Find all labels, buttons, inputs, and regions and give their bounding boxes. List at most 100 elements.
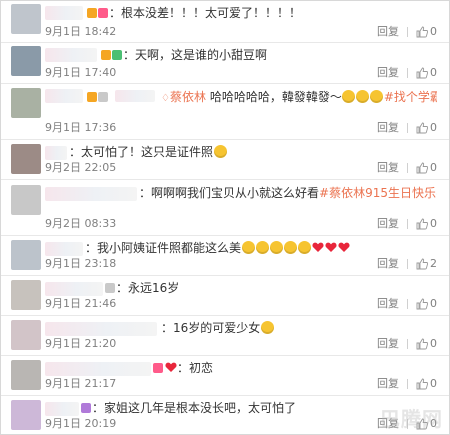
comment-item: ：啊啊啊我们宝贝从小就这么好看#蔡依林915生日快乐# 9月2日 08:33 回… [1, 179, 449, 236]
divider [407, 219, 408, 229]
reply-button[interactable]: 回复 [377, 161, 399, 175]
comment-text: ：16岁的可爱少女 [161, 319, 437, 337]
member-badge-icon [98, 92, 108, 102]
comment-text: ：天啊，这是谁的小甜豆啊 [101, 46, 437, 64]
thumbs-up-icon[interactable] [416, 338, 428, 350]
topic-link[interactable]: #蔡依林915生日快乐# [319, 186, 437, 200]
reply-button[interactable]: 回复 [377, 257, 399, 271]
nickname-blurred[interactable] [45, 322, 157, 336]
like-count: 0 [430, 161, 437, 174]
thumbs-up-icon[interactable] [416, 122, 428, 134]
avatar[interactable] [11, 360, 41, 390]
comment-time: 9月1日 17:36 [45, 121, 117, 134]
comment-time: 9月1日 20:19 [45, 417, 117, 430]
comment-item: ：永远16岁 9月1日 21:46 回复 0 [1, 275, 449, 316]
comment-item: ：16岁的可爱少女 9月1日 21:20 回复 0 [1, 315, 449, 356]
thumbs-up-icon[interactable] [416, 67, 428, 79]
fan-badge-icon [153, 363, 163, 373]
member-badge-icon [105, 283, 115, 293]
nickname-blurred[interactable] [45, 89, 83, 103]
diamond-icon: ♢ [161, 93, 170, 104]
comment-text: ：初恋 [153, 359, 437, 377]
nickname-blurred[interactable] [45, 146, 67, 160]
nickname-blurred[interactable] [45, 187, 137, 201]
vip-badge-icon [101, 50, 111, 60]
reply-button[interactable]: 回复 [377, 66, 399, 80]
comment-text: ：我小阿姨证件照都能这么美 [85, 239, 437, 257]
thumbs-up-icon[interactable] [416, 26, 428, 38]
reply-button[interactable]: 回复 [377, 121, 399, 135]
smile-emoji-icon [269, 241, 283, 254]
kiss-emoji-icon [260, 321, 274, 334]
vip-badge-icon [87, 92, 97, 102]
avatar[interactable] [11, 88, 41, 118]
comment-actions: 回复 0 [377, 377, 437, 391]
comment-item: ：初恋 9月1日 21:17 回复 0 [1, 355, 449, 396]
comment-time: 9月1日 23:18 [45, 257, 117, 270]
avatar[interactable] [11, 144, 41, 174]
member-badge-icon [81, 403, 91, 413]
like-count: 0 [430, 25, 437, 38]
reply-button[interactable]: 回复 [377, 217, 399, 231]
heart-icon [324, 242, 337, 252]
avatar[interactable] [11, 185, 41, 215]
comment-actions: 回复 0 [377, 66, 437, 80]
smile-emoji-icon [241, 241, 255, 254]
comment-time: 9月1日 21:20 [45, 337, 117, 350]
smile-emoji-icon [297, 241, 311, 254]
comment-item: ：我小阿姨证件照都能这么美 9月1日 23:18 回复 2 [1, 235, 449, 276]
comment-text: ♢蔡依林 哈哈哈哈哈，韓發韓發～#找个学霸蔡依林当偶像# [87, 88, 437, 108]
comment-list: ：根本没差！！！太可爱了！！！！ 9月1日 18:42 回复 0 ：天啊，这是谁… [0, 0, 450, 435]
divider [407, 27, 408, 37]
comment-actions: 回复 0 [377, 297, 437, 311]
avatar[interactable] [11, 4, 41, 34]
nickname-blurred[interactable] [45, 282, 103, 296]
comment-time: 9月2日 22:05 [45, 161, 117, 174]
avatar[interactable] [11, 280, 41, 310]
thumbs-up-icon[interactable] [416, 298, 428, 310]
nickname-blurred[interactable] [45, 362, 151, 376]
mention-link[interactable]: 蔡依林 [170, 90, 206, 104]
like-count: 2 [430, 257, 437, 270]
comment-text: ：太可怕了！这只是证件照 [69, 143, 437, 161]
topic-link[interactable]: #找个学霸蔡依林当偶像# [384, 90, 437, 104]
reply-button[interactable]: 回复 [377, 337, 399, 351]
like-count: 0 [430, 66, 437, 79]
comment-actions: 回复 2 [377, 257, 437, 271]
heart-icon [164, 362, 177, 372]
comment-item: ：太可怕了！这只是证件照 9月2日 22:05 回复 0 [1, 139, 449, 180]
reply-button[interactable]: 回复 [377, 377, 399, 391]
thumbs-up-icon[interactable] [416, 378, 428, 390]
comment-time: 9月1日 21:46 [45, 297, 117, 310]
like-count: 0 [430, 377, 437, 390]
nickname-blurred[interactable] [45, 6, 83, 20]
comment-item: ：天啊，这是谁的小甜豆啊 9月1日 17:40 回复 0 [1, 42, 449, 84]
thumbs-up-icon[interactable] [416, 162, 428, 174]
avatar[interactable] [11, 400, 41, 430]
reply-button[interactable]: 回复 [377, 25, 399, 39]
comment-actions: 回复 0 [377, 121, 437, 135]
avatar[interactable] [11, 240, 41, 270]
divider [407, 123, 408, 133]
comment-time: 9月2日 08:33 [45, 217, 117, 230]
mention-blurred[interactable] [115, 90, 155, 102]
watermark: 巴腾网 [380, 407, 443, 431]
nickname-blurred[interactable] [45, 48, 97, 62]
comment-item: ：根本没差！！！太可爱了！！！！ 9月1日 18:42 回复 0 [1, 1, 449, 43]
smile-emoji-icon [213, 145, 227, 158]
avatar[interactable] [11, 320, 41, 350]
smile-emoji-icon [255, 241, 269, 254]
comment-actions: 回复 0 [377, 25, 437, 39]
nickname-blurred[interactable] [45, 242, 83, 256]
comment-time: 9月1日 21:17 [45, 377, 117, 390]
heart-icon [337, 242, 350, 252]
nickname-blurred[interactable] [45, 402, 79, 416]
fan-badge-icon [98, 8, 108, 18]
thumbs-up-icon[interactable] [416, 258, 428, 270]
avatar[interactable] [11, 46, 41, 76]
reply-button[interactable]: 回复 [377, 297, 399, 311]
comment-actions: 回复 0 [377, 337, 437, 351]
thumbs-up-icon[interactable] [416, 218, 428, 230]
laugh-emoji-icon [342, 90, 356, 103]
like-count: 0 [430, 297, 437, 310]
